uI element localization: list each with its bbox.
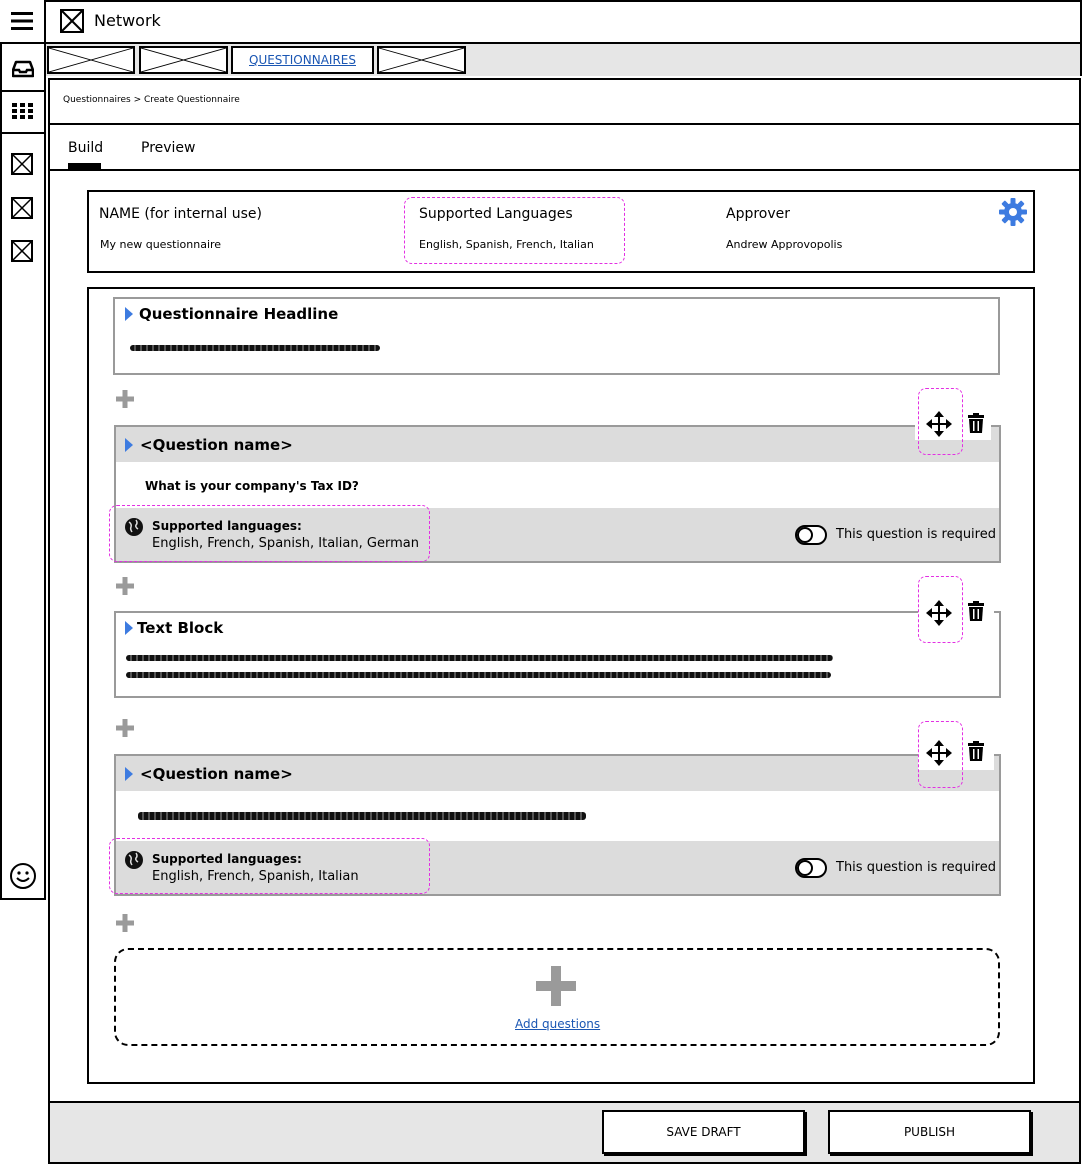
app-logo-placeholder-icon — [60, 9, 84, 33]
gear-icon[interactable] — [998, 197, 1028, 227]
inbox-button[interactable] — [0, 48, 46, 92]
required-toggle[interactable] — [795, 858, 827, 878]
inbox-icon — [12, 60, 34, 78]
smiley-icon[interactable] — [9, 862, 37, 890]
add-questions-link[interactable]: Add questions — [515, 1017, 600, 1031]
move-highlight — [918, 388, 963, 455]
hamburger-menu-button[interactable] — [0, 0, 46, 44]
toggle-knob — [797, 860, 813, 876]
tab-placeholder-3[interactable] — [377, 46, 466, 74]
question-title: <Question name> — [140, 765, 293, 783]
expand-triangle-icon[interactable] — [125, 767, 133, 781]
toggle-knob — [797, 527, 813, 543]
tab-preview[interactable]: Preview — [141, 140, 196, 156]
app-title: Network — [94, 11, 161, 30]
hamburger-icon — [11, 12, 33, 30]
move-highlight — [918, 721, 963, 788]
move-highlight — [918, 576, 963, 643]
text-block-title: Text Block — [137, 619, 224, 637]
tab-questionnaires[interactable]: QUESTIONNAIRES — [231, 46, 374, 74]
question-languages-highlight — [109, 505, 430, 562]
nav-placeholder-icon[interactable] — [11, 197, 33, 219]
text-block-scribble-2 — [126, 672, 831, 678]
tab-placeholder-1[interactable] — [47, 46, 135, 74]
required-label: This question is required — [836, 860, 996, 875]
save-draft-button[interactable]: SAVE DRAFT — [602, 1110, 805, 1154]
text-block-scribble-1 — [126, 655, 833, 661]
breadcrumb: Questionnaires > Create Questionnaire — [63, 95, 240, 105]
headline-text-scribble — [130, 345, 380, 351]
expand-triangle-icon[interactable] — [125, 621, 133, 635]
required-label: This question is required — [836, 527, 996, 542]
trash-icon[interactable] — [967, 413, 985, 433]
trash-icon[interactable] — [967, 741, 985, 761]
add-plus-icon[interactable] — [536, 966, 576, 1006]
headline-title: Questionnaire Headline — [139, 305, 339, 323]
question-title: <Question name> — [140, 436, 293, 454]
insert-plus-icon[interactable] — [115, 576, 135, 596]
expand-triangle-icon[interactable] — [125, 438, 133, 452]
question-text-scribble — [138, 812, 586, 820]
top-bar — [46, 0, 1082, 44]
insert-plus-icon[interactable] — [115, 389, 135, 409]
question-text: What is your company's Tax ID? — [145, 479, 359, 493]
name-label: NAME (for internal use) — [99, 206, 262, 222]
nav-placeholder-icon[interactable] — [11, 240, 33, 262]
publish-button[interactable]: PUBLISH — [828, 1110, 1031, 1154]
name-value[interactable]: My new questionnaire — [100, 238, 221, 251]
supported-languages-label: Supported Languages — [419, 206, 573, 222]
active-tab-indicator — [68, 163, 101, 169]
view-tab-bar — [48, 125, 1081, 171]
supported-languages-value[interactable]: English, Spanish, French, Italian — [419, 238, 594, 251]
apps-grid-button[interactable] — [0, 90, 46, 134]
expand-triangle-icon[interactable] — [125, 307, 133, 321]
trash-icon[interactable] — [967, 601, 985, 621]
insert-plus-icon[interactable] — [115, 913, 135, 933]
tab-build[interactable]: Build — [68, 140, 103, 156]
approver-value[interactable]: Andrew Approvopolis — [726, 238, 842, 251]
question-languages-highlight — [109, 838, 430, 894]
nav-placeholder-icon[interactable] — [11, 153, 33, 175]
apps-grid-icon — [12, 103, 33, 119]
tab-placeholder-2[interactable] — [139, 46, 228, 74]
insert-plus-icon[interactable] — [115, 718, 135, 738]
approver-label: Approver — [726, 206, 791, 222]
required-toggle[interactable] — [795, 525, 827, 545]
